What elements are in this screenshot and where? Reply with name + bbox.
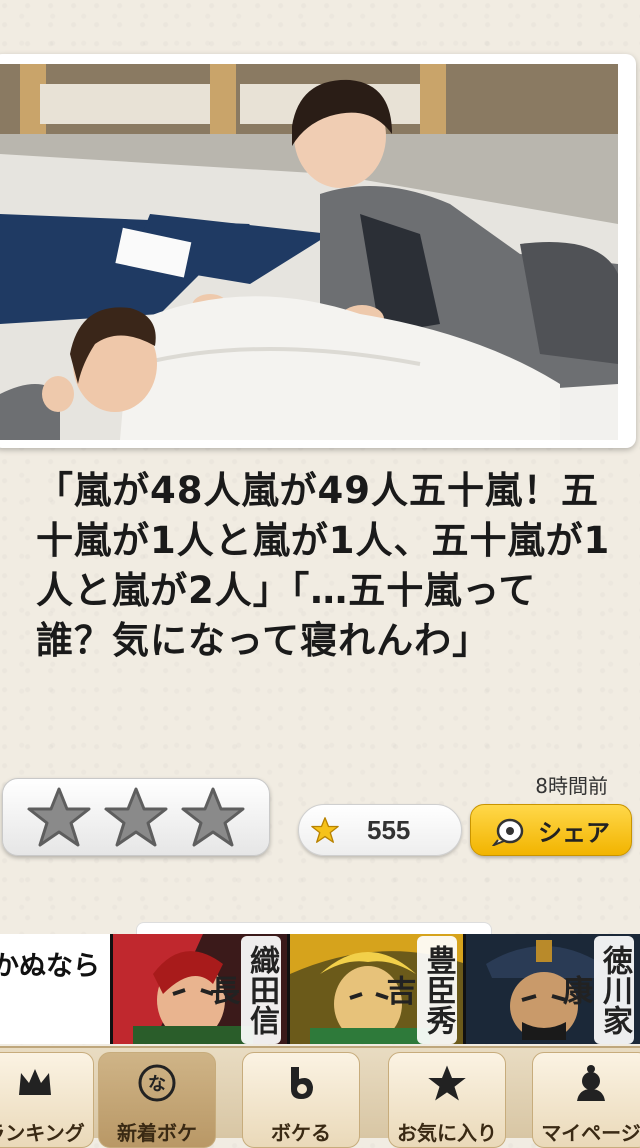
tab-mypage[interactable]: マイページ: [532, 1052, 640, 1148]
tab-label: 新着ボケ: [117, 1121, 197, 1145]
share-label: シェア: [538, 818, 610, 847]
tab-label: ボケる: [271, 1121, 331, 1145]
favorite-count-pill: 555: [298, 804, 462, 856]
photo-card[interactable]: [0, 54, 636, 448]
gold-star-icon: [311, 817, 339, 843]
boke-icon: [291, 1067, 313, 1099]
svg-text:な: な: [148, 1074, 166, 1095]
rating-stars: [2, 778, 270, 856]
share-bubble-icon: [492, 818, 524, 846]
post-timestamp: 8時間前: [535, 774, 608, 798]
tab-new-boke[interactable]: な 新着ボケ: [98, 1052, 216, 1148]
share-button[interactable]: シェア: [470, 804, 632, 856]
star-icon[interactable]: [27, 785, 91, 849]
new-icon: な: [138, 1064, 176, 1102]
crown-icon: [19, 1069, 51, 1095]
star-icon: [428, 1065, 466, 1101]
banner-text: かぬなら うする？: [0, 934, 111, 1044]
warlord-card: 織田信長: [110, 934, 287, 1044]
post-photo[interactable]: [0, 64, 618, 440]
star-icon[interactable]: [181, 785, 245, 849]
tab-post-boke[interactable]: ボケる: [242, 1052, 360, 1148]
tab-label: ランキング: [0, 1121, 85, 1145]
warlord-card: 徳川家康: [463, 934, 640, 1044]
warlord-name: 豊臣秀吉: [380, 936, 458, 1044]
tab-favorites[interactable]: お気に入り: [388, 1052, 506, 1148]
star-icon[interactable]: [104, 785, 168, 849]
ad-banner[interactable]: かぬなら うする？ 織田信長 豊臣秀吉: [0, 934, 640, 1044]
favorite-count: 555: [367, 814, 411, 845]
warlord-name: 織田信長: [204, 936, 281, 1044]
person-icon: [577, 1065, 605, 1101]
tab-label: マイページ: [541, 1121, 640, 1145]
post-caption: 「嵐が48人嵐が49人五十嵐！五十嵐が1人と嵐が1人、五十嵐が1人と嵐が2人」「…: [36, 469, 611, 662]
warlord-card: 豊臣秀吉: [286, 934, 464, 1044]
tab-ranking[interactable]: ランキング: [0, 1052, 94, 1148]
tab-bar: ランキング な 新着ボケ ボケる お気に入り マイページ: [0, 1046, 640, 1148]
tab-label: お気に入り: [397, 1121, 497, 1145]
warlord-name: 徳川家康: [557, 936, 635, 1044]
